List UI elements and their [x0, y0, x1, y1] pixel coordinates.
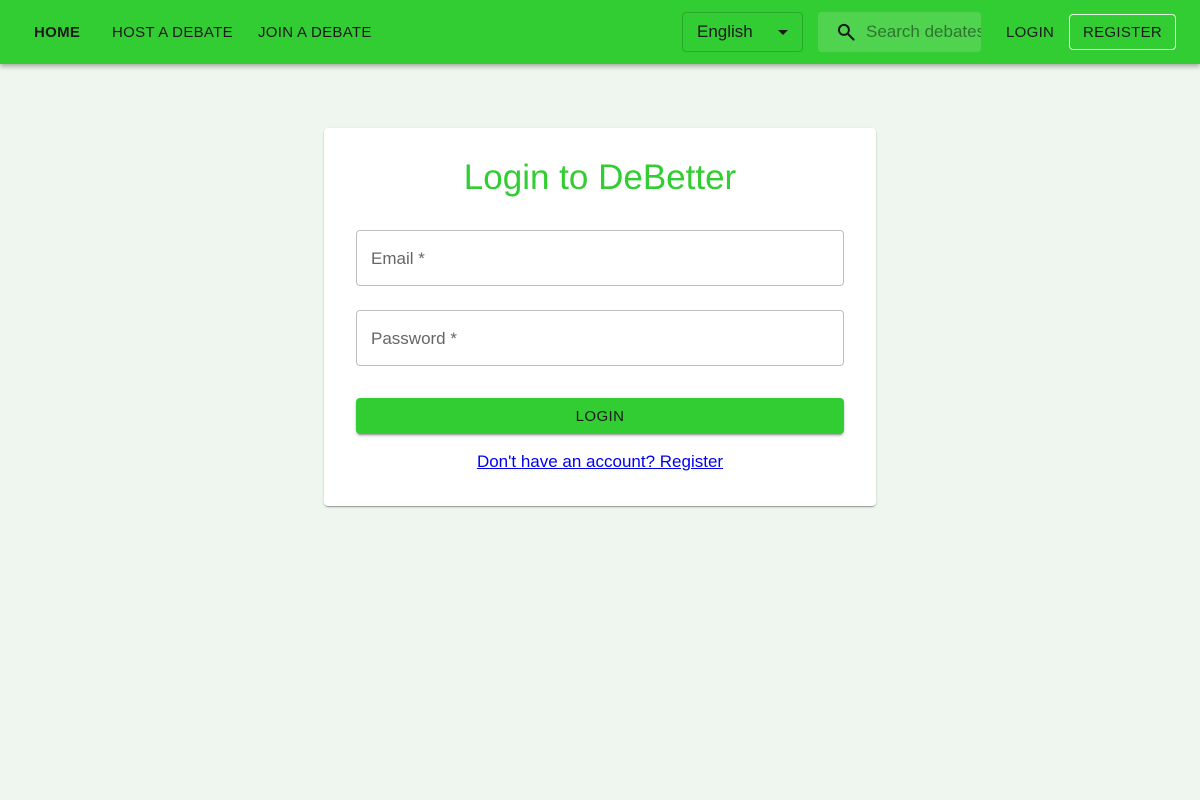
- nav-register-button[interactable]: REGISTER: [1069, 14, 1176, 50]
- language-select-value: English: [697, 22, 753, 41]
- arrow-drop-down-icon: [778, 30, 788, 35]
- nav-join-debate-link[interactable]: JOIN A DEBATE: [258, 0, 372, 64]
- nav-login-button[interactable]: LOGIN: [1006, 0, 1054, 64]
- email-field[interactable]: Email *: [356, 230, 844, 286]
- login-title: Login to DeBetter: [463, 158, 737, 197]
- search-input[interactable]: [866, 12, 981, 52]
- nav-home-link[interactable]: HOME: [34, 0, 80, 64]
- register-link-container: Don't have an account? Register: [0, 452, 1200, 472]
- password-field[interactable]: Password *: [356, 310, 844, 366]
- register-link[interactable]: Don't have an account? Register: [477, 452, 723, 471]
- search-icon: [837, 23, 855, 41]
- password-input[interactable]: [357, 311, 843, 365]
- search-box[interactable]: [818, 12, 981, 52]
- login-submit-button[interactable]: LOGIN: [356, 398, 844, 434]
- app-bar: HOME HOST A DEBATE JOIN A DEBATE English…: [0, 0, 1200, 64]
- language-select[interactable]: English: [682, 12, 803, 52]
- nav-host-debate-link[interactable]: HOST A DEBATE: [112, 0, 233, 64]
- email-input[interactable]: [357, 231, 843, 285]
